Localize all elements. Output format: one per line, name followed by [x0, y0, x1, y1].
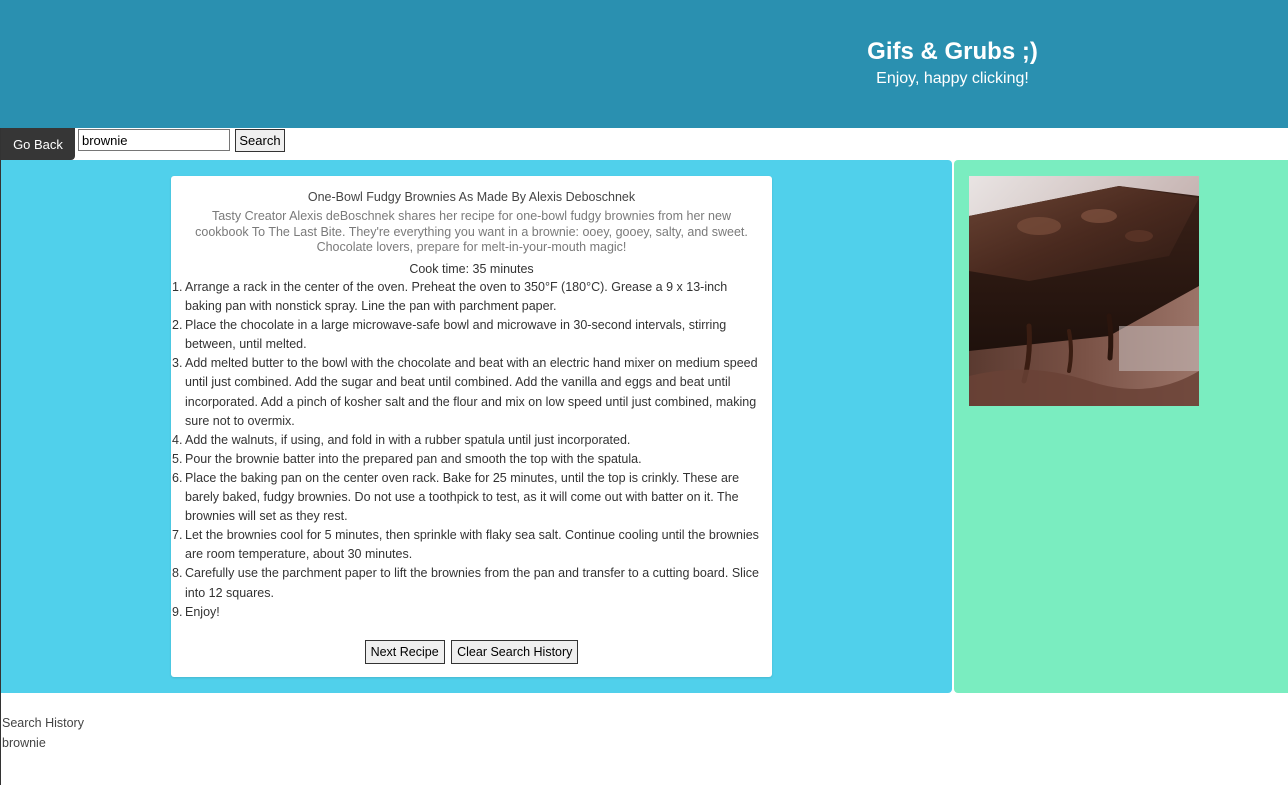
step-number: 8.: [172, 566, 183, 581]
recipe-step: 6. Place the baking pan on the center ove…: [172, 469, 763, 526]
recipe-step: 9. Enjoy!: [172, 603, 763, 622]
brownie-gif: [969, 176, 1199, 406]
app-subtitle: Enjoy, happy clicking!: [876, 70, 1029, 87]
recipe-card: One-Bowl Fudgy Brownies As Made By Alexi…: [171, 176, 772, 677]
step-text: Pour the brownie batter into the prepare…: [185, 451, 642, 466]
step-number: 2.: [172, 318, 183, 333]
step-text: Carefully use the parchment paper to lif…: [185, 566, 759, 600]
recipe-title: One-Bowl Fudgy Brownies As Made By Alexi…: [307, 190, 636, 204]
recipe-step: 7. Let the brownies cool for 5 minutes, t…: [172, 526, 763, 564]
recipe-step: 1. Arrange a rack in the center of the ov…: [172, 278, 763, 316]
step-text: Place the baking pan on the center oven …: [185, 470, 740, 524]
step-number: 1.: [172, 280, 183, 294]
step-number: 4.: [172, 432, 183, 447]
brownie-gif-art: [969, 176, 1199, 406]
step-text: Arrange a rack in the center of the oven…: [185, 280, 728, 314]
recipe-step: 3. Add melted butter to the bowl with the…: [172, 354, 763, 430]
step-text: Add melted butter to the bowl with the c…: [185, 356, 758, 428]
recipe-step: 8. Carefully use the parchment paper to l…: [172, 564, 763, 602]
step-number: 7.: [172, 528, 183, 543]
app-title: Gifs & Grubs ;): [867, 38, 1038, 65]
recipe-actions: Next Recipe Clear Search History: [171, 640, 772, 664]
step-text: Enjoy!: [185, 604, 220, 619]
go-back-button[interactable]: Go Back: [1, 128, 75, 160]
recipe-step: 5. Pour the brownie batter into the prepa…: [172, 450, 763, 469]
step-number: 3.: [172, 356, 183, 371]
step-number: 6.: [172, 470, 183, 485]
next-recipe-button[interactable]: Next Recipe: [364, 640, 445, 664]
step-text: Let the brownies cool for 5 minutes, the…: [185, 528, 759, 562]
header-banner: Gifs & Grubs ;) Enjoy, happy clicking!: [0, 0, 1288, 128]
search-input[interactable]: [78, 129, 230, 151]
search-history-item[interactable]: brownie: [2, 736, 46, 750]
step-text: Place the chocolate in a large microwave…: [185, 318, 727, 352]
recipe-steps: 1. Arrange a rack in the center of the ov…: [172, 278, 763, 622]
cook-time: Cook time: 35 minutes: [409, 262, 534, 276]
recipe-step: 2. Place the chocolate in a large microwa…: [172, 316, 763, 354]
recipe-description: Tasty Creator Alexis deBoschnek shares h…: [195, 209, 748, 254]
recipe-step: 4. Add the walnuts, if using, and fold in…: [172, 431, 763, 450]
step-number: 5.: [172, 451, 183, 466]
step-text: Add the walnuts, if using, and fold in w…: [185, 432, 631, 447]
search-button[interactable]: Search: [235, 129, 285, 152]
step-number: 9.: [172, 604, 183, 619]
search-history-heading: Search History: [2, 716, 84, 730]
clear-search-history-button[interactable]: Clear Search History: [451, 640, 579, 664]
